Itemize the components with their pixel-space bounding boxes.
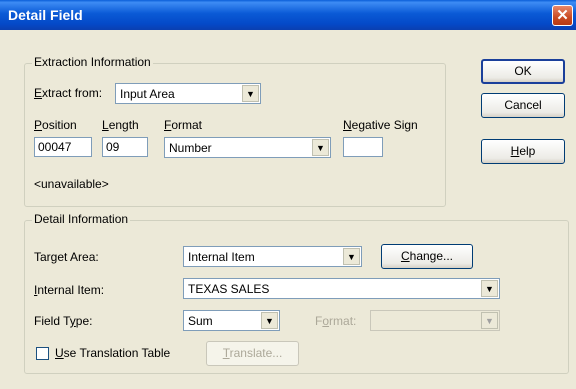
field-type-value: Sum — [188, 314, 213, 328]
title-bar: Detail Field ✕ — [0, 0, 576, 30]
position-input[interactable]: 00047 — [34, 137, 92, 157]
extract-from-select[interactable]: Input Area ▼ — [115, 83, 261, 104]
chevron-down-icon[interactable]: ▼ — [481, 312, 498, 329]
extraction-information-legend: Extraction Information — [32, 55, 153, 69]
translate-button[interactable]: Translate... — [206, 341, 299, 366]
change-button[interactable]: Change... — [381, 244, 473, 269]
cancel-button[interactable]: Cancel — [481, 93, 565, 118]
negative-sign-label: Negative Sign — [343, 118, 418, 132]
length-label: Length — [102, 118, 139, 132]
format-value: Number — [169, 141, 212, 155]
ok-button[interactable]: OK — [481, 59, 565, 84]
detail-format-select[interactable]: ▼ — [370, 310, 500, 331]
status-text: <unavailable> — [34, 177, 109, 191]
window-title: Detail Field — [8, 7, 83, 23]
chevron-down-icon[interactable]: ▼ — [261, 312, 278, 329]
chevron-down-icon[interactable]: ▼ — [481, 280, 498, 297]
length-input[interactable]: 09 — [102, 137, 148, 157]
position-label: Position — [34, 118, 77, 132]
negative-sign-input[interactable] — [343, 137, 383, 157]
extract-from-label: Extract from: — [34, 86, 103, 100]
extract-from-value: Input Area — [120, 87, 175, 101]
internal-item-label: Internal Item: — [34, 283, 105, 297]
format-select[interactable]: Number ▼ — [164, 137, 331, 158]
internal-item-select[interactable]: TEXAS SALES ▼ — [183, 278, 500, 299]
target-area-select[interactable]: Internal Item ▼ — [183, 246, 362, 267]
use-translation-table-label[interactable]: Use Translation Table — [55, 346, 170, 360]
detail-field-dialog: Detail Field ✕ Extraction Information Ex… — [0, 0, 576, 389]
chevron-down-icon[interactable]: ▼ — [242, 85, 259, 102]
chevron-down-icon[interactable]: ▼ — [312, 139, 329, 156]
chevron-down-icon[interactable]: ▼ — [343, 248, 360, 265]
detail-information-legend: Detail Information — [32, 212, 131, 226]
target-area-label: Target Area: — [34, 250, 99, 264]
format-label: Format — [164, 118, 203, 132]
field-type-select[interactable]: Sum ▼ — [183, 310, 280, 331]
field-type-label: Field Type: — [34, 314, 93, 328]
help-button[interactable]: Help — [481, 139, 565, 164]
target-area-value: Internal Item — [188, 250, 255, 264]
use-translation-table-checkbox[interactable] — [36, 347, 49, 360]
internal-item-value: TEXAS SALES — [188, 282, 270, 296]
close-icon: ✕ — [556, 7, 569, 24]
close-button[interactable]: ✕ — [552, 5, 573, 26]
detail-format-label: Format: — [315, 314, 357, 328]
